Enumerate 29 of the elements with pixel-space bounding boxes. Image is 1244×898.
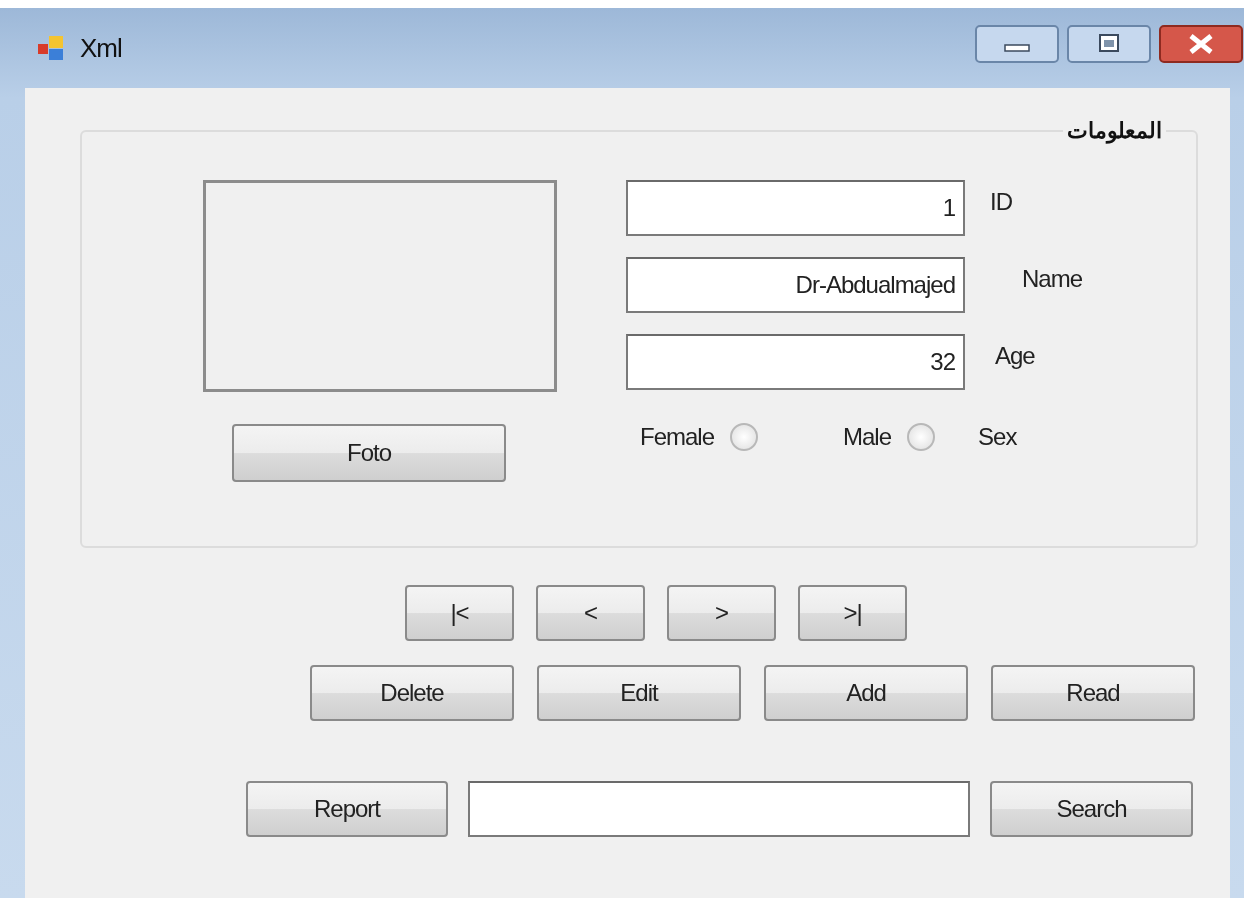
app-icon	[38, 34, 66, 62]
last-button[interactable]: >|	[798, 585, 907, 641]
field-label: ID	[990, 188, 1012, 216]
edit-button[interactable]: Edit	[537, 665, 741, 721]
previous-button[interactable]: <	[536, 585, 645, 641]
name-field[interactable]: Dr-Abdualmajed	[626, 257, 965, 313]
id-field[interactable]: 1	[626, 180, 965, 236]
report-button[interactable]: Report	[246, 781, 448, 837]
field-label: Age	[995, 342, 1035, 370]
maximize-button[interactable]	[1067, 25, 1151, 63]
radio-button[interactable]	[730, 423, 759, 451]
radio-label: Male	[843, 423, 892, 451]
field-label: Name	[1022, 265, 1083, 293]
delete-button[interactable]: Delete	[310, 665, 514, 721]
read-button[interactable]: Read	[991, 665, 1195, 721]
close-button[interactable]	[1159, 25, 1243, 63]
search-field[interactable]	[468, 781, 970, 837]
minimize-button[interactable]	[975, 25, 1059, 63]
search-button[interactable]: Search	[990, 781, 1193, 837]
foto-button[interactable]: Foto	[232, 424, 506, 482]
sex-label: Sex	[978, 423, 1017, 451]
radio-label: Female	[640, 423, 715, 451]
first-button[interactable]: |<	[405, 585, 514, 641]
window-title: Xml	[80, 32, 122, 64]
radio-button[interactable]	[907, 423, 936, 451]
age-field[interactable]: 32	[626, 334, 965, 390]
add-button[interactable]: Add	[764, 665, 968, 721]
group-title: المعلومات	[1063, 118, 1166, 144]
next-button[interactable]: >	[667, 585, 776, 641]
